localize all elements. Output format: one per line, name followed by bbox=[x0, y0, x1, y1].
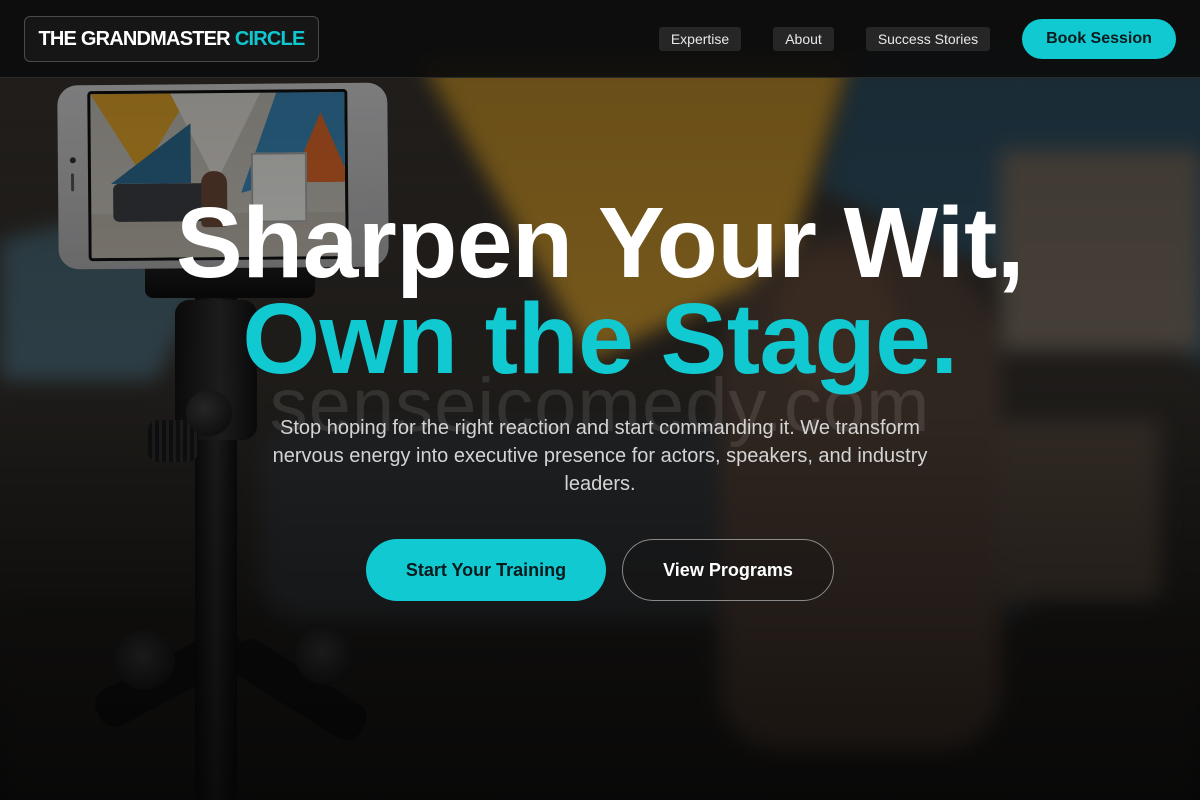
headline-line-1: Sharpen Your Wit, bbox=[175, 187, 1025, 299]
book-session-button[interactable]: Book Session bbox=[1022, 19, 1176, 59]
site-logo[interactable]: THE GRANDMASTER CIRCLE bbox=[24, 16, 319, 62]
hero-subtext: Stop hoping for the right reaction and s… bbox=[272, 417, 928, 495]
logo-text-accent: CIRCLE bbox=[234, 27, 305, 50]
nav-link-about[interactable]: About bbox=[773, 27, 834, 51]
nav-link-success-stories[interactable]: Success Stories bbox=[866, 27, 990, 51]
start-training-button[interactable]: Start Your Training bbox=[366, 539, 606, 601]
top-navbar: THE GRANDMASTER CIRCLE Expertise About S… bbox=[0, 0, 1200, 78]
headline-line-2: Own the Stage. bbox=[242, 283, 958, 395]
nav-link-expertise[interactable]: Expertise bbox=[659, 27, 741, 51]
hero-headline: Sharpen Your Wit, Own the Stage. bbox=[0, 187, 1200, 395]
logo-text-main: THE GRANDMASTER bbox=[38, 27, 231, 50]
view-programs-button[interactable]: View Programs bbox=[622, 539, 834, 601]
